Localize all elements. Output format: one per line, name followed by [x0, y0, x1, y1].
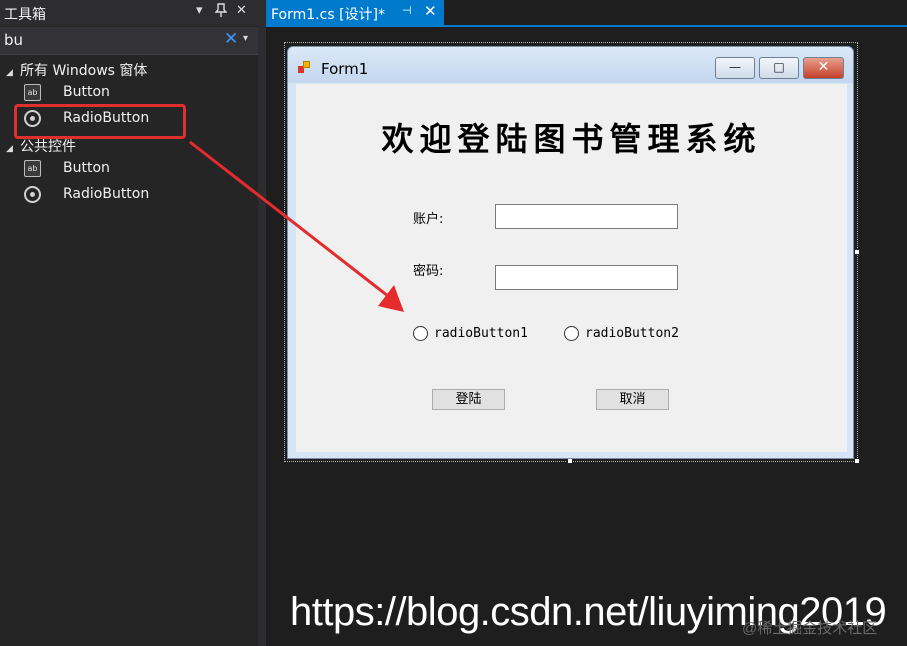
watermark-small: @稀土掘金技术社区: [742, 620, 878, 637]
annotation-arrow: [189, 140, 404, 312]
